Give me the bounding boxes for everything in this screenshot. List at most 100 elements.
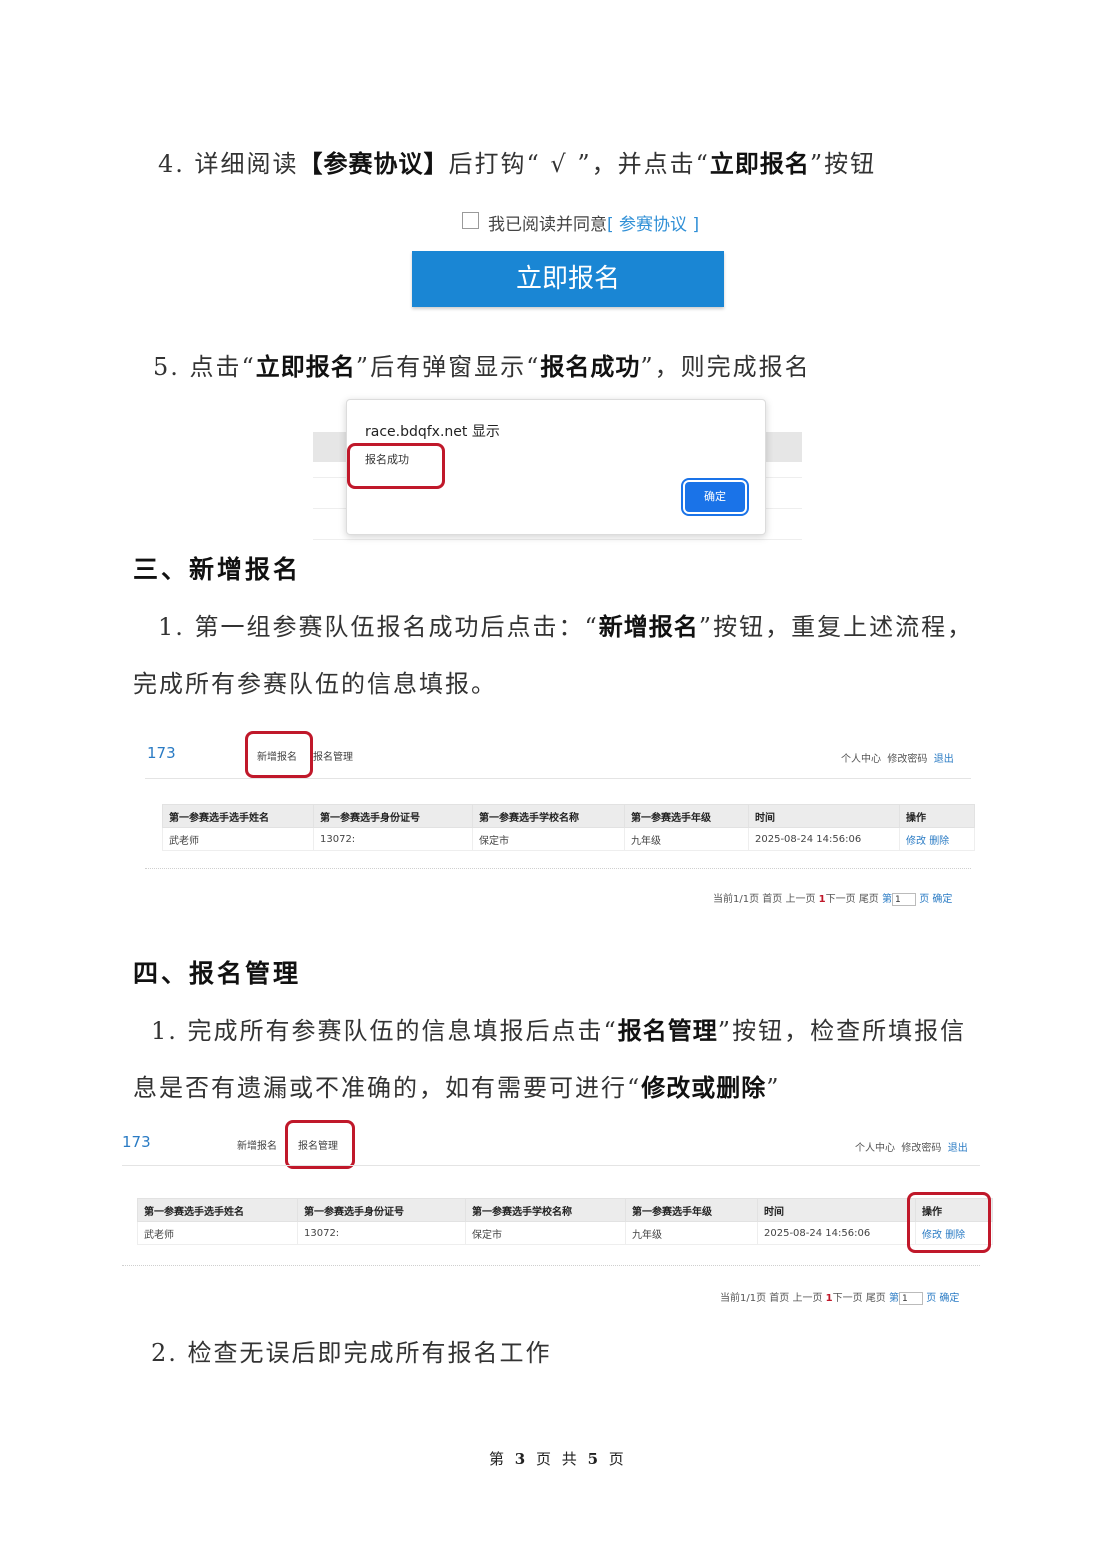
col-school: 第一参赛选手学校名称 [465, 1198, 626, 1222]
pager-prev[interactable]: 上一页 [785, 894, 815, 905]
cell-school: 保定市 [472, 827, 625, 851]
change-password-link[interactable]: 修改密码 [901, 1143, 941, 1154]
user-links: 个人中心 修改密码 退出 [855, 1139, 968, 1154]
cell-time: 2025-08-24 14:56:06 [757, 1221, 916, 1245]
page-footer: 第 3 页 共 5 页 [489, 1448, 627, 1469]
cell-id: 13072: [313, 827, 473, 851]
user-links: 个人中心 修改密码 退出 [841, 750, 954, 765]
agree-label: 我已阅读并同意[ 参赛协议 ] [488, 210, 699, 235]
pager-goto-input[interactable]: 1 [899, 1291, 923, 1305]
personal-center-link[interactable]: 个人中心 [841, 754, 881, 765]
pager-info: 当前1/1页 [713, 894, 760, 905]
col-id: 第一参赛选手身份证号 [297, 1198, 466, 1222]
pager-first[interactable]: 首页 [762, 894, 782, 905]
pager-last[interactable]: 尾页 [866, 1293, 886, 1304]
section4-text-suffix: ”按钮，检查所填报信 [717, 1017, 967, 1045]
pager-goto-label: 第 [882, 894, 892, 905]
agree-text: 我已阅读并同意 [488, 215, 607, 235]
section3-bold-add: 新增报名 [598, 613, 699, 641]
section4-bold-manage: 报名管理 [617, 1017, 718, 1045]
register-now-button[interactable]: 立即报名 [412, 251, 724, 307]
edit-link[interactable]: 修改 [906, 836, 926, 847]
pagination: 当前1/1页 首页 上一页 1下一页 尾页 第1 页 确定 [720, 1289, 959, 1305]
step5-text: 5. 点击“ [153, 353, 256, 381]
pager-goto-suffix: 页 [919, 894, 930, 905]
table-header-row: 第一参赛选手选手姓名 第一参赛选手身份证号 第一参赛选手学校名称 第一参赛选手年… [162, 804, 975, 828]
col-grade: 第一参赛选手年级 [624, 804, 749, 828]
delete-link[interactable]: 删除 [929, 836, 949, 847]
pager-goto-suffix: 页 [926, 1293, 937, 1304]
pager-prev[interactable]: 上一页 [792, 1293, 822, 1304]
col-name: 第一参赛选手选手姓名 [162, 804, 314, 828]
step4-bold-agreement: 【参赛协议】 [298, 150, 449, 178]
cell-grade: 九年级 [624, 827, 749, 851]
step4-text-suffix: ”按钮 [809, 150, 877, 178]
cell-grade: 九年级 [625, 1221, 758, 1245]
pager-current: 1 [825, 1293, 833, 1304]
app-logo: 173 [147, 744, 176, 762]
pager-goto-label: 第 [889, 1293, 899, 1304]
cell-name: 武老师 [162, 827, 314, 851]
cell-time: 2025-08-24 14:56:06 [748, 827, 900, 851]
app-logo: 173 [122, 1133, 151, 1151]
step4-text: 4. 详细阅读 [158, 150, 299, 178]
change-password-link[interactable]: 修改密码 [887, 754, 927, 765]
section4-step2: 2. 检查无误后即完成所有报名工作 [151, 1339, 552, 1367]
footer-total-pages: 5 [587, 1450, 602, 1468]
col-time: 时间 [748, 804, 900, 828]
step5-text-suffix: ”，则完成报名 [640, 353, 811, 381]
dialog-ok-button[interactable]: 确定 [685, 482, 745, 512]
pager-confirm[interactable]: 确定 [932, 894, 952, 905]
pagination: 当前1/1页 首页 上一页 1下一页 尾页 第1 页 确定 [713, 890, 952, 906]
footer-page-number: 3 [514, 1450, 529, 1468]
step4-instruction: 4. 详细阅读【参赛协议】后打钩“ √ ”，并点击“立即报名”按钮 [158, 144, 876, 179]
section3-text-suffix: ”按钮，重复上述流程， [698, 613, 974, 641]
table-divider [122, 1265, 980, 1266]
section3-text: 1. 第一组参赛队伍报名成功后点击：“ [158, 613, 599, 641]
section4-heading: 四、报名管理 [133, 959, 302, 988]
section4-line1: 1. 完成所有参赛队伍的信息填报后点击“报名管理”按钮，检查所填报信 [151, 1011, 966, 1046]
pager-next[interactable]: 下一页 [833, 1293, 863, 1304]
header-divider [122, 1165, 980, 1166]
col-name: 第一参赛选手选手姓名 [137, 1198, 298, 1222]
header-divider [145, 778, 971, 779]
dialog-title: race.bdqfx.net 显示 [365, 424, 500, 440]
registration-table: 第一参赛选手选手姓名 第一参赛选手身份证号 第一参赛选手学校名称 第一参赛选手年… [162, 804, 975, 851]
pager-info: 当前1/1页 [720, 1293, 767, 1304]
section3-line1: 1. 第一组参赛队伍报名成功后点击：“新增报名”按钮，重复上述流程， [158, 607, 973, 642]
step4-bold-register: 立即报名 [709, 150, 810, 178]
section3-line2: 完成所有参赛队伍的信息填报。 [133, 670, 497, 698]
personal-center-link[interactable]: 个人中心 [855, 1143, 895, 1154]
logout-link[interactable]: 退出 [948, 1143, 968, 1154]
nav-add-registration[interactable]: 新增报名 [237, 1137, 277, 1152]
cell-actions: 修改 删除 [899, 827, 975, 851]
step5-text-mid: ”后有弹窗显示“ [355, 353, 541, 381]
logout-link[interactable]: 退出 [934, 754, 954, 765]
cell-id: 13072: [297, 1221, 466, 1245]
table-header-row: 第一参赛选手选手姓名 第一参赛选手身份证号 第一参赛选手学校名称 第一参赛选手年… [137, 1198, 993, 1222]
section3-heading: 三、新增报名 [133, 555, 302, 584]
pager-confirm[interactable]: 确定 [939, 1293, 959, 1304]
agree-checkbox[interactable] [462, 212, 479, 229]
col-id: 第一参赛选手身份证号 [313, 804, 473, 828]
nav-registration-management[interactable]: 报名管理 [313, 748, 353, 763]
col-time: 时间 [757, 1198, 916, 1222]
pager-next[interactable]: 下一页 [826, 894, 856, 905]
agreement-link[interactable]: [ 参赛协议 ] [607, 215, 699, 235]
table-divider [145, 868, 971, 869]
step5-bold-register: 立即报名 [255, 353, 356, 381]
pager-goto-input[interactable]: 1 [892, 892, 916, 906]
highlight-box [285, 1120, 355, 1169]
pager-last[interactable]: 尾页 [859, 894, 879, 905]
pager-first[interactable]: 首页 [769, 1293, 789, 1304]
highlight-box [907, 1192, 991, 1253]
cell-name: 武老师 [137, 1221, 298, 1245]
section4-text2: 息是否有遗漏或不准确的，如有需要可进行“ [133, 1074, 642, 1102]
table-row: 武老师 13072: 保定市 九年级 2025-08-24 14:56:06 修… [137, 1221, 993, 1245]
highlight-box [245, 731, 313, 778]
section4-line2: 息是否有遗漏或不准确的，如有需要可进行“修改或删除” [133, 1068, 781, 1103]
col-school: 第一参赛选手学校名称 [472, 804, 625, 828]
footer-mid: 页 共 [536, 1450, 580, 1468]
background-row-line [313, 539, 802, 540]
section4-bold-edit-delete: 修改或删除 [641, 1074, 767, 1102]
